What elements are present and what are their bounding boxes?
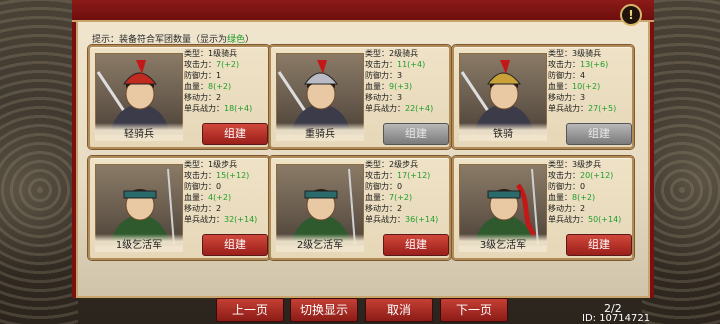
unit-card: 2级乞活军 类型：2级步兵 攻击力：17(+12) 防御力：0 血量：7(+2)… — [269, 156, 451, 260]
next-page-button[interactable]: 下一页 — [440, 298, 508, 322]
unit-stats: 类型：2级步兵 攻击力：17(+12) 防御力：0 血量：7(+2) 移动力：2… — [365, 160, 449, 225]
build-button[interactable]: 组建 — [202, 123, 268, 145]
unit-attack: 攻击力：17(+12) — [365, 170, 431, 180]
unit-attack: 攻击力：13(+6) — [548, 59, 609, 69]
unit-attack: 攻击力：11(+4) — [365, 59, 426, 69]
unit-name: 2级乞活军 — [276, 234, 364, 252]
unit-defense: 防御力：4 — [548, 70, 586, 80]
tip-text: 提示：装备符合军团数量（显示为绿色） — [92, 32, 254, 45]
unit-stats: 类型：1级步兵 攻击力：15(+12) 防御力：0 血量：4(+2) 移动力：2… — [184, 160, 268, 225]
unit-type: 类型：2级步兵 — [365, 160, 419, 169]
unit-move: 移动力：3 — [548, 92, 586, 102]
unit-card: 铁骑 类型：3级骑兵 攻击力：13(+6) 防御力：4 血量：10(+2) 移动… — [452, 45, 634, 149]
build-button[interactable]: 组建 — [383, 234, 449, 256]
unit-attack: 攻击力：20(+12) — [548, 170, 614, 180]
unit-move: 移动力：3 — [365, 92, 403, 102]
unit-move: 移动力：2 — [365, 203, 403, 213]
unit-move: 移动力：2 — [184, 92, 222, 102]
unit-card: 重骑兵 类型：2级骑兵 攻击力：11(+4) 防御力：3 血量：9(+3) 移动… — [269, 45, 451, 149]
tip-highlight: 绿色 — [227, 35, 246, 45]
unit-card: 轻骑兵 类型：1级骑兵 攻击力：7(+2) 防御力：1 血量：8(+2) 移动力… — [88, 45, 270, 149]
unit-hp: 血量：10(+2) — [548, 81, 601, 91]
unit-type: 类型：3级骑兵 — [548, 49, 602, 58]
unit-attack: 攻击力：7(+2) — [184, 59, 240, 69]
unit-card: 3级乞活军 类型：3级步兵 攻击力：20(+12) 防御力：0 血量：8(+2)… — [452, 156, 634, 260]
unit-hp: 血量：9(+3) — [365, 81, 413, 91]
unit-hp: 血量：8(+2) — [548, 192, 596, 202]
unit-card: 1级乞活军 类型：1级步兵 攻击力：15(+12) 防御力：0 血量：4(+2)… — [88, 156, 270, 260]
unit-move: 移动力：2 — [548, 203, 586, 213]
unit-move: 移动力：2 — [184, 203, 222, 213]
unit-name: 铁骑 — [459, 123, 547, 141]
unit-power: 单兵战力：22(+4) — [365, 103, 434, 113]
unit-type: 类型：1级骑兵 — [184, 49, 238, 58]
unit-power: 单兵战力：50(+14) — [548, 214, 622, 224]
left-decoration — [0, 0, 78, 324]
unit-power: 单兵战力：36(+14) — [365, 214, 439, 224]
tip-prefix: 提示：装备符合军团数量（显示为 — [92, 35, 228, 45]
unit-stats: 类型：2级骑兵 攻击力：11(+4) 防御力：3 血量：9(+3) 移动力：3 … — [365, 49, 449, 114]
panel-header-bar — [72, 0, 654, 22]
build-button[interactable]: 组建 — [566, 234, 632, 256]
unit-power: 单兵战力：32(+14) — [184, 214, 258, 224]
unit-hp: 血量：8(+2) — [184, 81, 232, 91]
tip-suffix: ） — [245, 35, 255, 45]
unit-type: 类型：1级步兵 — [184, 160, 238, 169]
unit-stats: 类型：1级骑兵 攻击力：7(+2) 防御力：1 血量：8(+2) 移动力：2 单… — [184, 49, 268, 114]
build-button[interactable]: 组建 — [202, 234, 268, 256]
cancel-button[interactable]: 取消 — [365, 298, 433, 322]
unit-defense: 防御力：0 — [184, 181, 222, 191]
unit-name: 1级乞活军 — [95, 234, 183, 252]
build-button[interactable]: 组建 — [383, 123, 449, 145]
unit-defense: 防御力：3 — [365, 70, 403, 80]
unit-hp: 血量：4(+2) — [184, 192, 232, 202]
unit-stats: 类型：3级步兵 攻击力：20(+12) 防御力：0 血量：8(+2) 移动力：2… — [548, 160, 632, 225]
unit-name: 重骑兵 — [276, 123, 364, 141]
unit-power: 单兵战力：27(+5) — [548, 103, 617, 113]
unit-defense: 防御力：0 — [365, 181, 403, 191]
unit-power: 单兵战力：18(+4) — [184, 103, 253, 113]
build-button[interactable]: 组建 — [566, 123, 632, 145]
exclamation-icon[interactable]: ! — [620, 4, 642, 26]
player-id: ID: 10714721 — [582, 313, 651, 324]
toggle-display-button[interactable]: 切换显示 — [290, 298, 358, 322]
unit-name: 3级乞活军 — [459, 234, 547, 252]
unit-defense: 防御力：1 — [184, 70, 222, 80]
prev-page-button[interactable]: 上一页 — [216, 298, 284, 322]
unit-type: 类型：2级骑兵 — [365, 49, 419, 58]
unit-name: 轻骑兵 — [95, 123, 183, 141]
unit-stats: 类型：3级骑兵 攻击力：13(+6) 防御力：4 血量：10(+2) 移动力：3… — [548, 49, 632, 114]
unit-attack: 攻击力：15(+12) — [184, 170, 250, 180]
unit-hp: 血量：7(+2) — [365, 192, 413, 202]
unit-defense: 防御力：0 — [548, 181, 586, 191]
unit-type: 类型：3级步兵 — [548, 160, 602, 169]
